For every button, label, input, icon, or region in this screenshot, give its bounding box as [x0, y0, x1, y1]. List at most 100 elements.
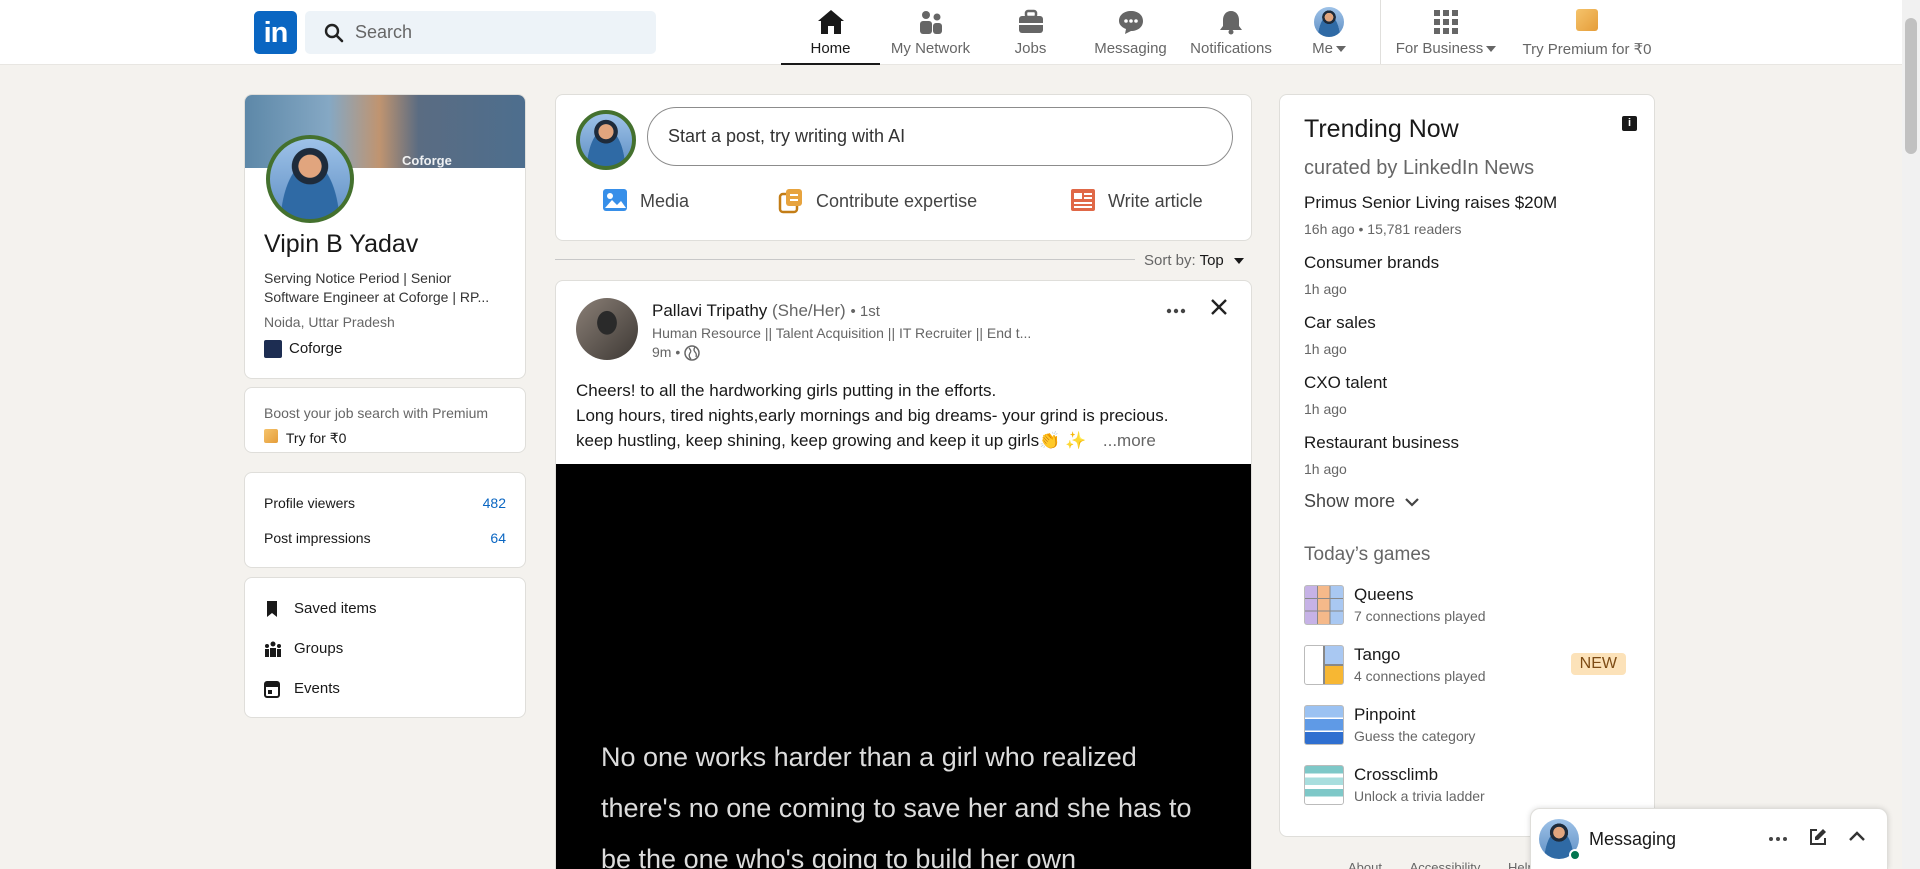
game-sub: 4 connections played	[1354, 668, 1486, 684]
game-crossclimb[interactable]: Crossclimb Unlock a trivia ladder	[1304, 765, 1630, 813]
nav-jobs-label: Jobs	[1014, 40, 1047, 57]
author-name: Pallavi Tripathy	[652, 301, 768, 320]
premium-card[interactable]: Boost your job search with Premium Try f…	[244, 387, 526, 453]
nav-business-wrap: For Business	[1386, 40, 1506, 57]
news-meta: 1h ago	[1304, 281, 1347, 297]
stat-label: Post impressions	[264, 530, 371, 546]
network-icon	[919, 11, 942, 34]
menu-saved-items[interactable]: Saved items	[264, 600, 377, 622]
game-name: Pinpoint	[1354, 705, 1416, 724]
nav-messaging[interactable]: Messaging	[1081, 6, 1180, 64]
game-sub: 7 connections played	[1354, 608, 1486, 624]
media-button[interactable]: Media	[602, 188, 702, 216]
footer-link[interactable]: About	[1348, 860, 1382, 869]
composer-avatar[interactable]	[576, 110, 636, 170]
post-author[interactable]: Pallavi Tripathy (She/Her) • 1st	[652, 301, 880, 321]
messaging-more-button[interactable]	[1767, 829, 1791, 849]
premium-card-cta-wrap[interactable]: Try for ₹0	[264, 429, 346, 447]
groups-icon	[265, 641, 281, 657]
start-post-button[interactable]: Start a post, try writing with AI	[647, 107, 1233, 166]
expand-messaging-button[interactable]	[1847, 827, 1869, 849]
write-article-button[interactable]: Write article	[1070, 188, 1220, 216]
more-horizontal-icon	[1166, 308, 1186, 314]
menu-events[interactable]: Events	[264, 680, 340, 702]
nav-home[interactable]: Home	[781, 6, 880, 65]
premium-card-text: Boost your job search with Premium	[264, 405, 489, 421]
trending-subtitle: curated by LinkedIn News	[1304, 157, 1535, 179]
linkedin-logo-icon[interactable]: in	[254, 11, 297, 54]
game-queens[interactable]: Queens 7 connections played	[1304, 585, 1630, 633]
search-box[interactable]	[305, 11, 656, 54]
news-meta: 1h ago	[1304, 341, 1347, 357]
post-more-button[interactable]	[1164, 301, 1194, 321]
sort-value: Top	[1199, 252, 1224, 269]
news-meta: 1h ago	[1304, 461, 1347, 477]
news-item[interactable]: CXO talent 1h ago	[1304, 373, 1387, 417]
contribute-expertise-label: Contribute expertise	[816, 191, 978, 211]
company-logo-icon	[264, 340, 282, 358]
nav-me[interactable]: Me	[1294, 6, 1364, 64]
nav-notifications-label: Notifications	[1190, 40, 1272, 57]
news-item[interactable]: Consumer brands 1h ago	[1304, 253, 1439, 297]
bookmark-icon	[267, 601, 277, 617]
messaging-bar[interactable]: Messaging	[1530, 808, 1888, 869]
post-dismiss-button[interactable]	[1209, 297, 1233, 321]
home-icon	[817, 10, 844, 34]
stat-value: 482	[482, 495, 506, 511]
composer-card: Start a post, try writing with AI Media …	[555, 94, 1252, 241]
show-more-label: Show more	[1304, 491, 1396, 511]
image-icon	[603, 189, 627, 211]
post-text-line: Cheers! to all the hardworking girls put…	[576, 381, 997, 400]
author-avatar[interactable]	[576, 298, 638, 360]
see-more-link[interactable]: ...more	[1103, 431, 1156, 450]
chevron-up-icon	[1849, 831, 1865, 841]
online-status-icon	[1569, 849, 1581, 861]
top-nav: in Home My Network Jobs Messaging Notifi…	[0, 0, 1920, 65]
nav-notifications[interactable]: Notifications	[1181, 6, 1281, 64]
news-item[interactable]: Restaurant business 1h ago	[1304, 433, 1459, 477]
news-item[interactable]: Primus Senior Living raises $20M 16h ago…	[1304, 193, 1557, 237]
profile-name[interactable]: Vipin B Yadav	[264, 230, 418, 259]
compose-message-button[interactable]	[1808, 827, 1830, 849]
contribute-expertise-button[interactable]: Contribute expertise	[778, 188, 988, 216]
news-headline: Car sales	[1304, 313, 1376, 332]
calendar-icon	[264, 681, 280, 698]
stat-value: 64	[490, 530, 506, 546]
post-text-line: Long hours, tired nights,early mornings …	[576, 406, 1169, 425]
post-text: Cheers! to all the hardworking girls put…	[576, 378, 1226, 453]
search-icon	[324, 23, 344, 43]
scrollbar-thumb[interactable]	[1905, 18, 1917, 154]
nav-jobs[interactable]: Jobs	[981, 6, 1080, 64]
nav-my-network[interactable]: My Network	[881, 6, 980, 64]
search-input[interactable]	[355, 11, 645, 54]
game-sub: Guess the category	[1354, 728, 1476, 744]
show-more-button[interactable]: Show more	[1304, 491, 1420, 512]
game-pinpoint[interactable]: Pinpoint Guess the category	[1304, 705, 1630, 753]
nav-try-premium[interactable]: Try Premium for ₹0	[1516, 6, 1658, 64]
sort-dropdown[interactable]: Sort by: Top	[1144, 252, 1244, 269]
profile-company[interactable]: Coforge	[289, 340, 342, 357]
menu-groups[interactable]: Groups	[264, 640, 343, 662]
chevron-down-icon	[1486, 46, 1497, 53]
nav-divider	[1380, 0, 1381, 64]
nav-for-business[interactable]: For Business	[1386, 6, 1506, 64]
post-video[interactable]: No one works harder than a girl who real…	[556, 464, 1251, 869]
briefcase-icon	[1018, 9, 1043, 33]
nav-for-business-label: For Business	[1395, 40, 1484, 57]
more-horizontal-icon	[1769, 837, 1787, 841]
feed-post: Pallavi Tripathy (She/Her) • 1st Human R…	[555, 280, 1252, 869]
compose-icon	[1810, 829, 1826, 845]
profile-headline: Serving Notice Period | Senior Software …	[264, 270, 490, 305]
shortcuts-card: Saved items Groups Events	[244, 577, 526, 718]
info-icon[interactable]: i	[1622, 116, 1637, 131]
profile-avatar[interactable]	[266, 135, 354, 223]
chevron-down-icon	[1405, 498, 1419, 507]
active-indicator	[781, 63, 880, 65]
footer-links: About Accessibility Help	[1348, 860, 1535, 869]
footer-link[interactable]: Accessibility	[1410, 860, 1481, 869]
stat-post-impressions[interactable]: Post impressions 64	[264, 530, 506, 546]
queens-icon	[1304, 585, 1344, 625]
game-tango[interactable]: Tango 4 connections played NEW	[1304, 645, 1630, 693]
stat-profile-viewers[interactable]: Profile viewers 482	[264, 495, 506, 511]
news-item[interactable]: Car sales 1h ago	[1304, 313, 1376, 357]
